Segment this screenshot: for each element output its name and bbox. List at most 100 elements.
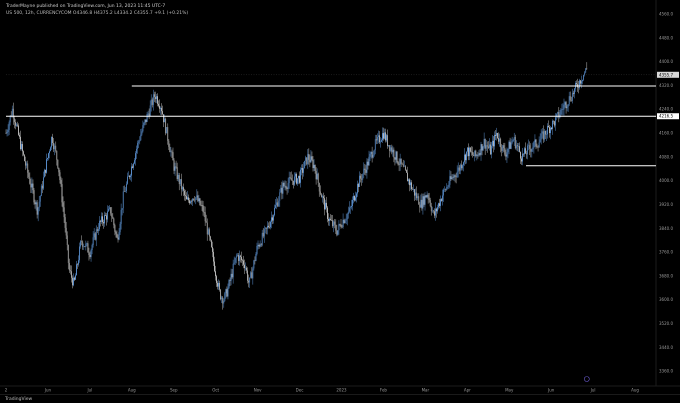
candle-body: [424, 195, 426, 205]
candle-body: [170, 151, 172, 153]
candle-body: [297, 178, 298, 184]
candle-body: [144, 119, 146, 123]
candle-body: [93, 233, 95, 238]
y-tick-label: 4400.0: [659, 59, 673, 64]
candle-body: [100, 220, 101, 222]
candle-body: [397, 162, 399, 165]
candle-body: [187, 197, 188, 200]
candle-body: [496, 132, 497, 136]
candle-body: [301, 167, 302, 170]
y-tick-label: 3920.0: [659, 202, 673, 207]
candle-body: [372, 154, 374, 158]
candle-body: [141, 131, 143, 135]
y-tick-label: 4560.0: [659, 12, 673, 17]
candle-body: [553, 120, 554, 122]
price-chart[interactable]: 4216.5 4355.7 4560.0 4480.0 4400.0 4320.0 424…: [0, 0, 680, 403]
candle-body: [460, 164, 462, 169]
candle-body: [97, 229, 99, 231]
candle-body: [188, 197, 189, 201]
candle-body: [295, 173, 296, 177]
candle-body: [311, 156, 313, 160]
candle-body: [318, 183, 320, 192]
candle-body: [109, 207, 111, 209]
candle-body: [184, 190, 185, 196]
candle-body: [526, 153, 527, 155]
candle-body: [425, 195, 427, 198]
candle-body: [437, 207, 438, 212]
candle-body: [199, 198, 201, 206]
candle-body: [316, 173, 318, 180]
candle-body: [522, 153, 523, 162]
candle-body: [557, 112, 559, 115]
candle-body: [475, 150, 477, 157]
candle-body: [503, 145, 505, 149]
candle-body: [198, 198, 200, 202]
candle-body: [47, 158, 48, 160]
candle-body: [101, 216, 102, 222]
y-tick-label: 4480.0: [659, 35, 673, 40]
candle-body: [428, 197, 430, 200]
x-tick-label: 2023: [336, 388, 347, 393]
candle-body: [510, 142, 512, 149]
candle-body: [61, 184, 63, 203]
candle-body: [191, 201, 192, 202]
candle-body: [551, 127, 552, 130]
candle-body: [317, 173, 319, 184]
candle-body: [106, 215, 107, 220]
candle-body: [122, 191, 124, 209]
candle-body: [341, 226, 343, 228]
candle-body: [283, 182, 285, 187]
candle-body: [286, 188, 288, 190]
candle-body: [145, 119, 147, 122]
candle-body: [493, 140, 494, 147]
x-axis: 2 Jun Jul Aug Sep Oct Nov Dec 2023 Feb Mar Apr May Ju…: [5, 376, 639, 393]
candle-body: [402, 164, 404, 167]
candle-body: [483, 138, 485, 147]
candle-body: [431, 210, 433, 212]
candle-body: [175, 166, 177, 168]
candle-body: [51, 136, 52, 148]
candle-body: [304, 160, 306, 169]
candle-body: [217, 282, 218, 287]
candle-body: [92, 237, 94, 246]
y-tick-label: 4320.0: [659, 83, 673, 88]
candle-body: [81, 241, 83, 242]
level-price-label: 4216.5: [659, 114, 673, 119]
candle-body: [69, 270, 71, 272]
candle-body: [57, 159, 59, 168]
candle-body: [128, 175, 129, 177]
candle-body: [529, 145, 531, 149]
candle-body: [561, 109, 563, 110]
candle-body: [19, 134, 20, 137]
y-tick-label: 3840.0: [659, 226, 673, 231]
x-tick-label: Mar: [422, 388, 430, 393]
candle-body: [149, 105, 151, 117]
candle-body: [288, 177, 290, 184]
candle-body: [390, 147, 392, 151]
candle-body: [25, 161, 27, 166]
candle-body: [192, 198, 194, 202]
candle-body: [325, 202, 326, 210]
candle-body: [586, 68, 588, 70]
candle-body: [440, 199, 441, 206]
candle-body: [543, 130, 545, 140]
candle-body: [33, 190, 35, 203]
candle-body: [264, 227, 266, 229]
candle-body: [471, 151, 473, 153]
candle-body: [322, 196, 323, 198]
candle-body: [155, 96, 156, 99]
candle-body: [224, 293, 226, 301]
candle-body: [387, 135, 388, 146]
candle-body: [229, 280, 231, 281]
candle-body: [502, 145, 504, 151]
candle-body: [354, 196, 355, 201]
candle-body: [395, 151, 397, 160]
candle-body: [176, 167, 178, 180]
candle-body: [465, 154, 466, 161]
candle-body: [241, 256, 242, 261]
candle-body: [294, 176, 295, 185]
candle-body: [113, 218, 115, 226]
candle-body: [439, 203, 440, 206]
candle-body: [554, 121, 555, 126]
candle-body: [6, 132, 8, 134]
